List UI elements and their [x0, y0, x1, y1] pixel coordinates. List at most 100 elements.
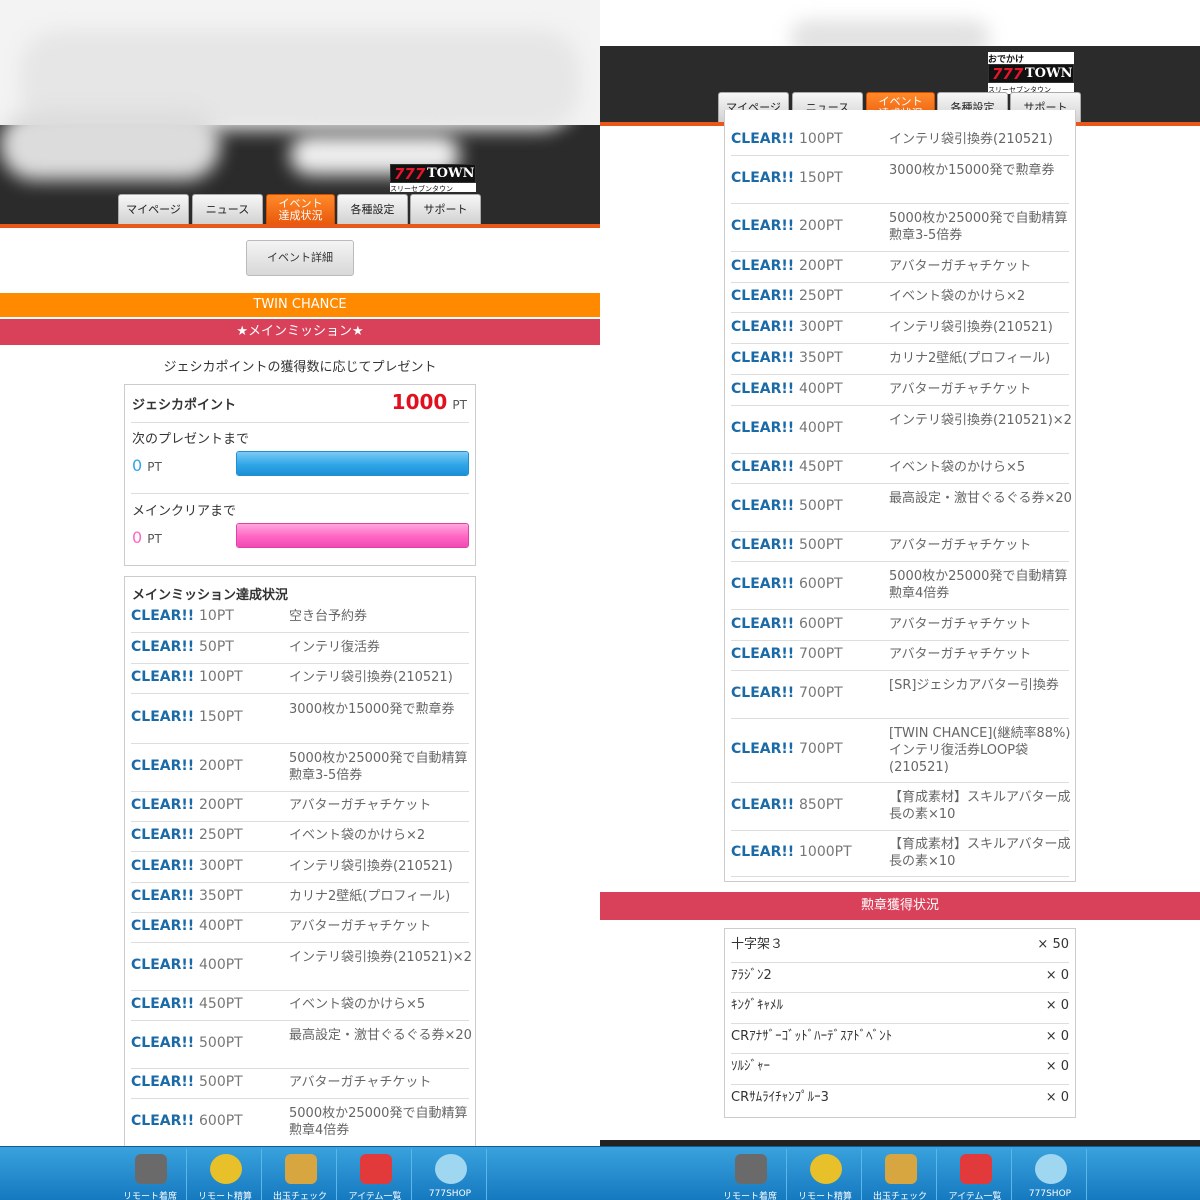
- mission-row: CLEAR!! 400PT アバターガチャチケット: [131, 912, 469, 942]
- mission-reward: アバターガチャチケット: [289, 919, 432, 934]
- mission-clear-status: CLEAR!!: [731, 170, 795, 186]
- mission-reward: 空き台予約券: [289, 609, 368, 624]
- points-unit: PT: [452, 398, 467, 412]
- mission-reward: 3000枚か15000発で勲章券: [889, 163, 1055, 178]
- medal-count: × 0: [1045, 1028, 1069, 1044]
- mission-reward: 5000枚か25000発で自動精算勲章3-5倍券: [289, 751, 468, 783]
- bottom-nav-item[interactable]: 777SHOP: [1013, 1149, 1087, 1200]
- twin-chance-band: TWIN CHANCE: [0, 293, 600, 317]
- mission-clear-status: CLEAR!!: [731, 349, 795, 366]
- mission-points: 150PT: [799, 170, 843, 186]
- mission-row: CLEAR!! 200PT 5000枚か25000発で自動精算勲章3-5倍券: [731, 203, 1069, 251]
- points-label: ジェシカポイント: [132, 398, 237, 413]
- coins-icon: [285, 1154, 317, 1184]
- mission-row: CLEAR!! 350PT カリナ2壁紙(プロフィール): [131, 882, 469, 912]
- bottom-nav-item[interactable]: 出玉チェック: [263, 1149, 337, 1200]
- mission-points: 700PT: [799, 741, 843, 757]
- mission-points: 450PT: [799, 459, 843, 475]
- mission-reward: アバターガチャチケット: [289, 1075, 432, 1090]
- mission-clear-status: CLEAR!!: [731, 218, 795, 234]
- mission-reward: カリナ2壁紙(プロフィール): [889, 350, 1051, 366]
- main-clear-value: 0 PT: [132, 528, 162, 547]
- item-card-icon: [960, 1154, 992, 1184]
- chair-icon: [135, 1154, 167, 1184]
- bottom-nav-item[interactable]: リモート着席: [713, 1149, 787, 1200]
- mission-points: 400PT: [199, 957, 243, 973]
- mission-points: 300PT: [799, 318, 843, 335]
- mission-row: CLEAR!! 500PT アバターガチャチケット: [131, 1068, 469, 1098]
- mission-row: CLEAR!! 500PT アバターガチャチケット: [731, 531, 1069, 561]
- medal-name: ｱﾗｼﾞﾝ2: [731, 967, 772, 983]
- mission-points: 500PT: [799, 537, 843, 553]
- mission-reward: [TWIN CHANCE](継続率88%)インテリ復活券LOOP袋(210521…: [889, 725, 1071, 775]
- mission-reward: 最高設定・激甘ぐるぐる券×20: [289, 1028, 472, 1043]
- mission-row: CLEAR!! 250PT イベント袋のかけら×2: [731, 282, 1069, 312]
- bottom-nav-item[interactable]: リモート着席: [113, 1149, 187, 1200]
- mission-points: 600PT: [799, 615, 843, 632]
- mission-points: 350PT: [799, 349, 843, 366]
- mission-row: CLEAR!! 350PT カリナ2壁紙(プロフィール): [731, 343, 1069, 374]
- mission-clear-status: CLEAR!!: [731, 685, 795, 701]
- tab-support[interactable]: サポート: [410, 194, 481, 226]
- mission-clear-status: CLEAR!!: [131, 996, 195, 1012]
- mission-points: 100PT: [799, 131, 843, 147]
- left-screen: 777 TOWN スリーセブンタウン マイページ ニュース イベント 達成状況 各種…: [0, 0, 600, 1200]
- points-box: ジェシカポイント 1000 PT 次のプレゼントまで 0 PT メインクリアまで…: [124, 384, 476, 566]
- mission-reward: 【育成素材】スキルアバター成長の素×10: [889, 837, 1071, 869]
- mission-points: 700PT: [799, 646, 843, 662]
- mission-reward: 5000枚か25000発で自動精算勲章4倍券: [289, 1106, 468, 1138]
- mascot-icon: [1035, 1154, 1067, 1184]
- mission-reward: 3000枚か15000発で勲章券: [289, 702, 455, 717]
- bottom-nav-bar: リモート着席 リモート精算 出玉チェック アイテム一覧 777SHOP: [0, 1146, 600, 1200]
- mission-points: 250PT: [199, 827, 243, 843]
- event-detail-button[interactable]: イベント詳細: [246, 240, 354, 276]
- mission-row: CLEAR!! 450PT イベント袋のかけら×5: [731, 453, 1069, 483]
- mission-row: CLEAR!! 500PT 最高設定・激甘ぐるぐる券×20: [131, 1020, 472, 1068]
- medal-count: × 0: [1045, 967, 1069, 983]
- medal-icon: [810, 1154, 842, 1184]
- mission-reward: アバターガチャチケット: [889, 258, 1032, 274]
- mission-clear-status: CLEAR!!: [731, 380, 795, 397]
- mission-row: CLEAR!! 850PT 【育成素材】スキルアバター成長の素×10: [731, 782, 1070, 830]
- mission-reward: インテリ袋引換券(210521): [289, 670, 453, 685]
- bottom-nav-item[interactable]: 出玉チェック: [863, 1149, 937, 1200]
- mission-status-box: メインミッション達成状況 CLEAR!! 10PT 空き台予約券 CLEAR!! 50P…: [124, 576, 476, 1176]
- tab-news[interactable]: ニュース: [192, 194, 263, 226]
- main-clear-progress-bar: [236, 523, 469, 548]
- mission-clear-status: CLEAR!!: [131, 709, 195, 725]
- mission-points: 250PT: [799, 288, 843, 304]
- bottom-nav-item[interactable]: 777SHOP: [413, 1149, 487, 1200]
- mission-points: 400PT: [799, 380, 843, 397]
- bottom-nav-label: リモート精算: [197, 1192, 252, 1200]
- medal-row: CRｻﾑﾗｲﾁｬﾝﾌﾟﾙｰ3 × 0: [731, 1084, 1069, 1114]
- medal-icon: [210, 1154, 242, 1184]
- tab-settings[interactable]: 各種設定: [337, 194, 408, 226]
- 777town-logo[interactable]: 777 TOWN スリーセブンタウン: [390, 164, 476, 193]
- points-value: 1000 PT: [392, 390, 467, 414]
- mission-reward: インテリ復活券: [289, 639, 381, 655]
- right-screen: おでかけ 777TOWN スリーセブンタウン マイページ ニュース イベント達成…: [600, 0, 1200, 1200]
- bottom-nav-item[interactable]: アイテム一覧: [938, 1149, 1012, 1200]
- mission-clear-status: CLEAR!!: [731, 288, 795, 304]
- next-present-progress-bar: [236, 451, 469, 476]
- mission-row: CLEAR!! 10PT 空き台予約券: [131, 602, 469, 632]
- bottom-nav-item[interactable]: アイテム一覧: [338, 1149, 412, 1200]
- 777town-logo[interactable]: おでかけ 777 TOWN スリーセブンタウン: [988, 52, 1074, 94]
- tab-mypage[interactable]: マイページ: [118, 194, 189, 226]
- mission-reward: 5000枚か25000発で自動精算勲章3-5倍券: [889, 211, 1068, 243]
- tab-event-status[interactable]: イベント達成状況: [266, 194, 335, 226]
- mission-row: CLEAR!! 200PT 5000枚か25000発で自動精算勲章3-5倍券: [131, 743, 469, 791]
- present-description: ジェシカポイントの獲得数に応じてプレゼント: [163, 360, 437, 375]
- mission-row: CLEAR!! 400PT インテリ袋引換券(210521)×2: [131, 942, 472, 990]
- bottom-nav-item[interactable]: リモート精算: [788, 1149, 862, 1200]
- mission-row: CLEAR!! 1000PT 【育成素材】スキルアバター成長の素×10: [731, 830, 1070, 876]
- mission-clear-status: CLEAR!!: [731, 420, 795, 436]
- mission-points: 100PT: [199, 669, 243, 685]
- mission-row: CLEAR!! 150PT 3000枚か15000発で勲章券: [731, 155, 1069, 203]
- mission-points: 500PT: [199, 1074, 243, 1090]
- medal-name: CRｱﾅｻﾞｰｺﾞｯﾄﾞﾊｰﾃﾞｽｱﾄﾞﾍﾞﾝﾄ: [731, 1028, 893, 1044]
- mission-clear-status: CLEAR!!: [731, 576, 795, 592]
- main-mission-band: ★メインミッション★: [0, 319, 600, 345]
- bottom-nav-item[interactable]: リモート精算: [188, 1149, 262, 1200]
- mission-reward: アバターガチャチケット: [889, 647, 1032, 662]
